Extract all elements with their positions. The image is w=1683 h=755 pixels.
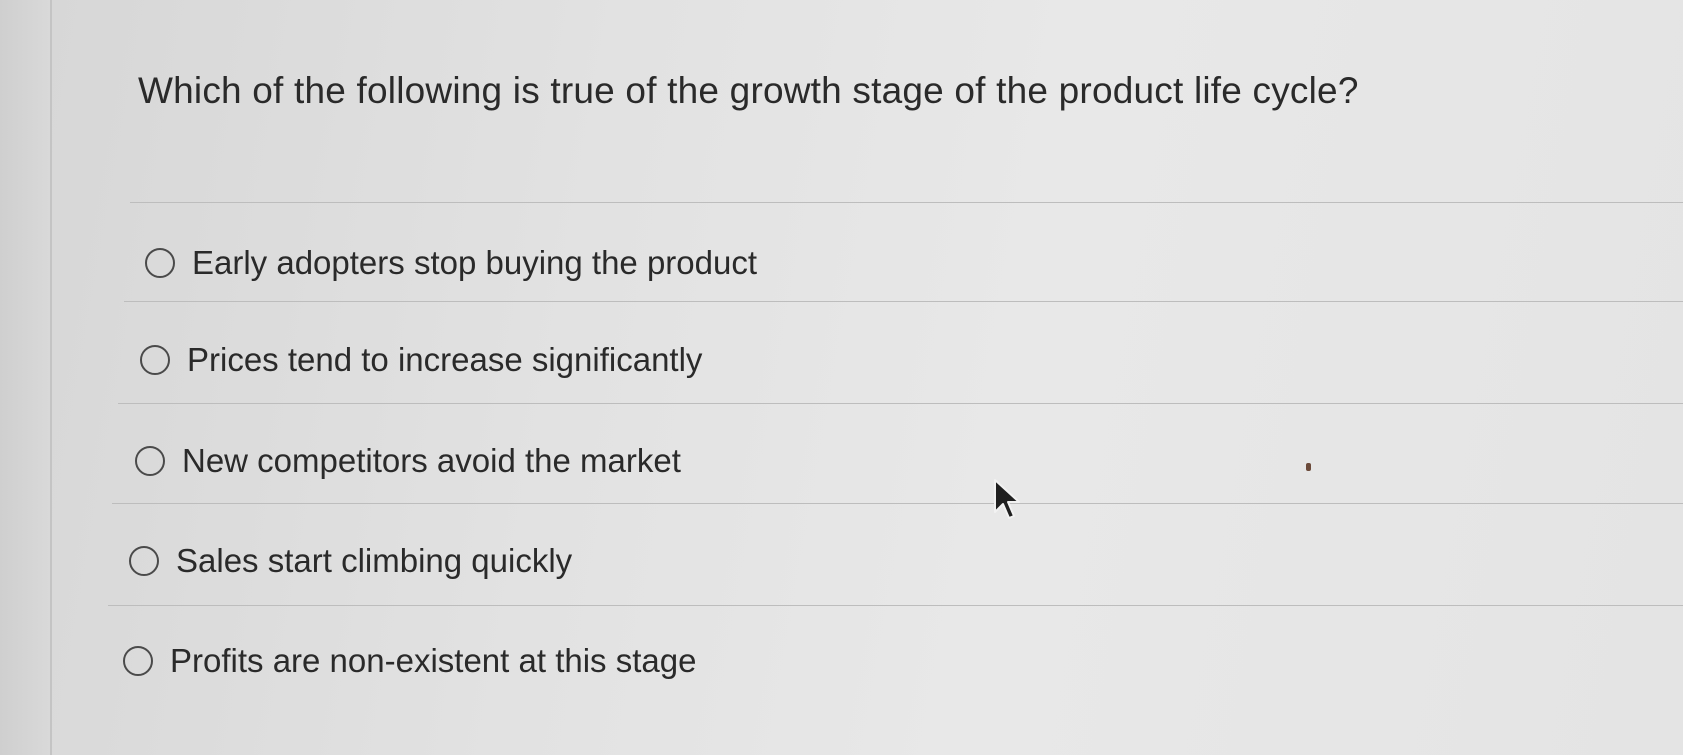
option-label: New competitors avoid the market — [182, 442, 681, 479]
divider — [130, 202, 1683, 203]
divider — [118, 403, 1683, 404]
mouse-pointer-icon — [994, 479, 1020, 519]
option-new-competitors[interactable]: New competitors avoid the market — [135, 436, 681, 486]
option-label: Sales start climbing quickly — [176, 542, 573, 579]
option-label: Early adopters stop buying the product — [192, 244, 758, 281]
option-prices-increase[interactable]: Prices tend to increase significantly — [140, 335, 702, 385]
divider — [112, 503, 1683, 504]
option-profits-nonexistent[interactable]: Profits are non-existent at this stage — [123, 636, 696, 686]
radio-button-empty-icon[interactable] — [140, 345, 170, 375]
left-gutter — [0, 0, 52, 755]
radio-button-empty-icon[interactable] — [135, 446, 165, 476]
screen-speck — [1306, 463, 1311, 471]
radio-button-empty-icon[interactable] — [129, 546, 159, 576]
option-sales-climbing[interactable]: Sales start climbing quickly — [129, 536, 572, 586]
radio-button-empty-icon[interactable] — [145, 248, 175, 278]
option-label: Profits are non-existent at this stage — [170, 642, 697, 679]
radio-button-empty-icon[interactable] — [123, 646, 153, 676]
option-early-adopters[interactable]: Early adopters stop buying the product — [145, 238, 757, 288]
divider — [108, 605, 1683, 606]
divider — [124, 301, 1683, 302]
question-text: Which of the following is true of the gr… — [138, 70, 1359, 111]
question-panel: Which of the following is true of the gr… — [52, 0, 1683, 755]
option-label: Prices tend to increase significantly — [187, 341, 703, 378]
